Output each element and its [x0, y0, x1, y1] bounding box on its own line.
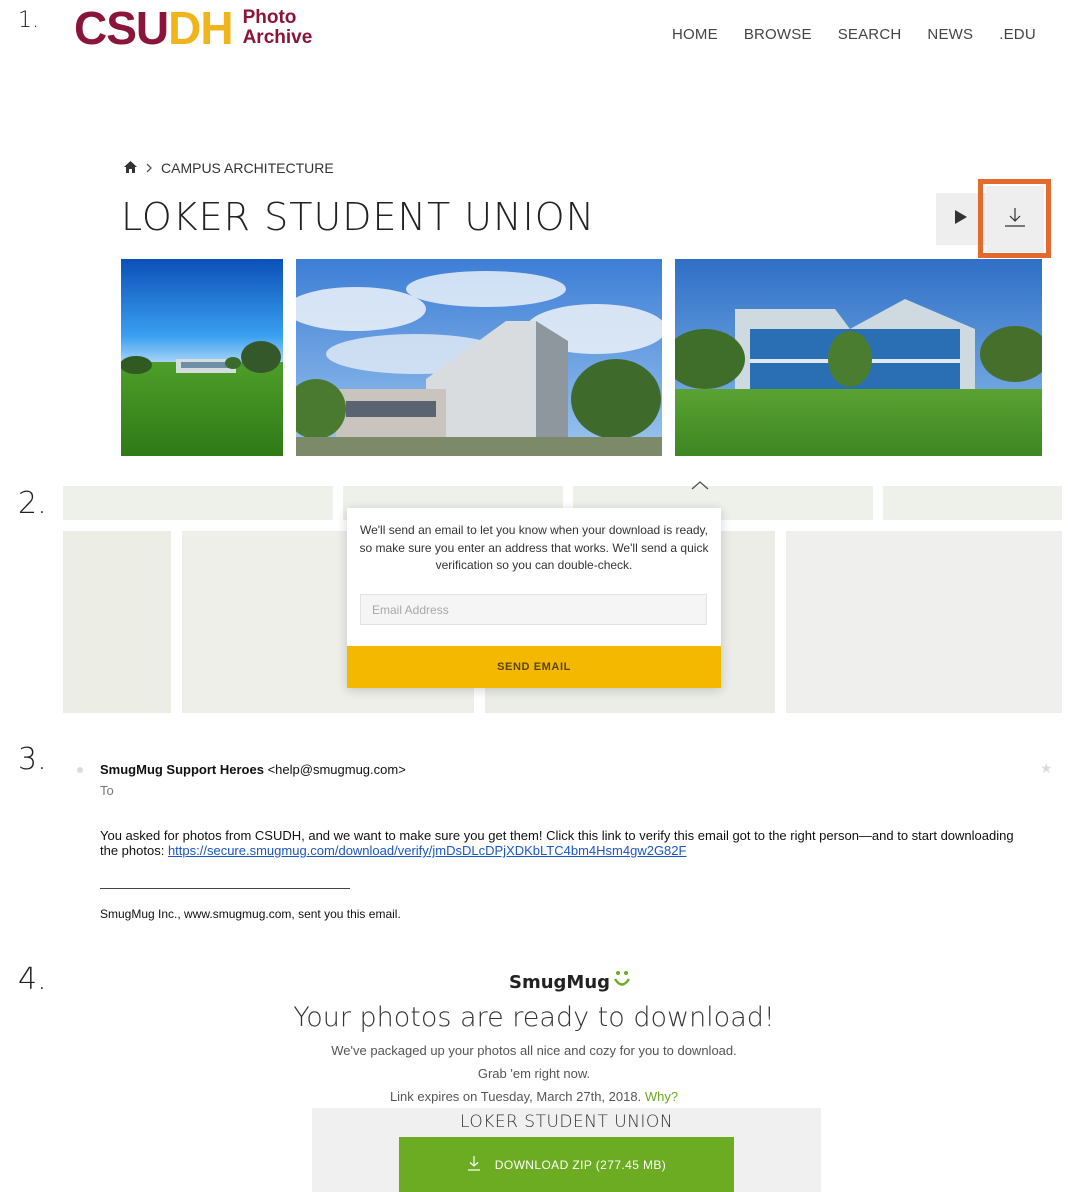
sender-email: <help@smugmug.com> — [267, 762, 406, 777]
expiry-date: Link expires on Tuesday, March 27th, 201… — [389, 1089, 642, 1104]
smugmug-logo: SmugMug — [509, 970, 631, 995]
email-sender: SmugMug Support Heroes <help@smugmug.com… — [100, 762, 1040, 777]
logo-dh: DH — [168, 2, 233, 54]
close-chevron-icon[interactable] — [690, 478, 710, 496]
link-expiry-text: Link expires on Tuesday, March 27th, 201… — [0, 1089, 1068, 1104]
email-to-label: To — [100, 783, 114, 798]
signature-divider — [100, 888, 350, 889]
nav-home[interactable]: HOME — [672, 26, 718, 43]
nav-news[interactable]: NEWS — [927, 26, 973, 43]
logo-csu: CSU — [74, 2, 169, 54]
send-email-button[interactable]: SEND EMAIL — [347, 646, 721, 688]
sender-name: SmugMug Support Heroes — [100, 762, 264, 777]
star-icon[interactable]: ★ — [1040, 760, 1053, 777]
nav-edu[interactable]: .EDU — [999, 26, 1036, 43]
step-number-2: 2. — [18, 486, 47, 521]
download-subtext-1: We've packaged up your photos all nice a… — [331, 1043, 737, 1058]
download-arrow-icon — [467, 1155, 481, 1174]
home-icon[interactable] — [124, 160, 137, 176]
download-zip-button[interactable]: DOWNLOAD ZIP (277.45 MB) — [399, 1137, 734, 1192]
download-subtext-2: Grab 'em right now. — [477, 1066, 591, 1081]
step-number-3: 3. — [18, 742, 47, 777]
email-header: SmugMug Support Heroes <help@smugmug.com… — [100, 762, 1040, 798]
nav-browse[interactable]: BROWSE — [744, 26, 812, 43]
chevron-right-icon — [145, 160, 153, 176]
download-panel: LOKER STUDENT UNION DOWNLOAD ZIP (277.45… — [312, 1108, 821, 1192]
bg-photo-tile — [63, 531, 171, 713]
bg-photo-tile — [786, 531, 1062, 713]
nav-search[interactable]: SEARCH — [838, 26, 902, 43]
email-body: You asked for photos from CSUDH, and we … — [100, 828, 1030, 858]
download-gallery-title: LOKER STUDENT UNION — [459, 1112, 674, 1132]
bg-photo-tile — [883, 486, 1062, 520]
email-footer: SmugMug Inc., www.smugmug.com, sent you … — [100, 907, 401, 921]
bg-photo-tile — [63, 486, 333, 520]
download-highlight-box — [978, 179, 1051, 258]
download-zip-label: DOWNLOAD ZIP (277.45 MB) — [494, 1157, 667, 1172]
step-number-1: 1. — [18, 8, 39, 33]
verify-link[interactable]: https://secure.smugmug.com/download/veri… — [168, 843, 687, 858]
step-number-4: 4. — [18, 962, 47, 997]
breadcrumb-category[interactable]: CAMPUS ARCHITECTURE — [161, 160, 334, 176]
gallery-title: LOKER STUDENT UNION — [121, 195, 596, 239]
why-link[interactable]: Why? — [645, 1089, 678, 1104]
gallery-photo-1[interactable] — [121, 259, 283, 456]
smugmug-wordmark: SmugMug — [509, 972, 611, 993]
gallery-photo-3[interactable] — [675, 259, 1042, 456]
unread-dot — [77, 767, 83, 773]
site-logo[interactable]: CSU DH Photo Archive — [74, 2, 313, 54]
modal-message: We'll send an email to let you know when… — [359, 523, 709, 572]
breadcrumb: CAMPUS ARCHITECTURE — [124, 160, 334, 176]
logo-subtitle: Photo Archive — [243, 8, 313, 48]
main-nav: HOME BROWSE SEARCH NEWS .EDU — [672, 26, 1062, 43]
logo-subtitle-photo: Photo — [242, 7, 297, 28]
email-address-input[interactable] — [360, 594, 707, 625]
smiley-icon — [613, 970, 631, 995]
play-icon — [954, 209, 968, 230]
email-download-modal: We'll send an email to let you know when… — [347, 508, 721, 688]
logo-subtitle-archive: Archive — [242, 27, 313, 48]
gallery-photo-2[interactable] — [296, 259, 662, 456]
download-heading: Your photos are ready to download! — [293, 1002, 775, 1033]
